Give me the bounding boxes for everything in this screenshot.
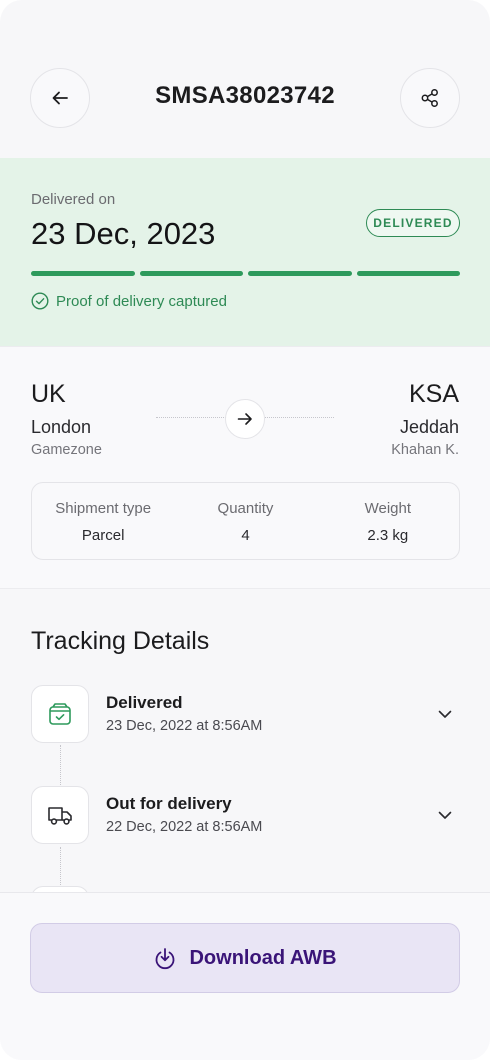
shipment-detail-screen: SMSA38023742 Delivered on 23 Dec, 2023 D…	[0, 0, 490, 1060]
delivery-progress-bar	[31, 271, 460, 276]
delivery-status-card: Delivered on 23 Dec, 2023 DELIVERED Proo…	[0, 158, 490, 346]
quantity-column: Quantity 4	[174, 483, 316, 559]
tracking-event-name: Out for delivery	[106, 794, 232, 813]
origin-city: London	[31, 417, 92, 437]
proof-of-delivery-text: Proof of delivery captured	[56, 292, 227, 310]
quantity-label: Quantity	[217, 500, 274, 517]
header: SMSA38023742	[0, 0, 490, 158]
proof-of-delivery[interactable]: Proof of delivery captured	[31, 292, 227, 310]
origin-country: UK	[31, 380, 66, 408]
origin-company: Gamezone	[31, 442, 102, 458]
shipment-info-box: Shipment type Parcel Quantity 4 Weight 2…	[31, 482, 460, 560]
weight-value: 2.3 kg	[367, 527, 409, 544]
progress-segment	[248, 271, 352, 276]
tracking-event-out-for-delivery[interactable]: Out for delivery 22 Dec, 2022 at 8:56AM	[31, 786, 460, 846]
check-circle-icon	[31, 292, 49, 310]
progress-segment	[356, 271, 460, 276]
shipment-type-value: Parcel	[81, 527, 125, 544]
download-icon	[156, 948, 175, 970]
progress-segment	[139, 271, 243, 276]
delivered-on-label: Delivered on	[31, 191, 116, 208]
tracking-event-name: Delivered	[106, 693, 183, 712]
chevron-down-icon[interactable]	[436, 806, 454, 824]
route-arrow	[225, 399, 265, 439]
download-awb-button[interactable]: Download AWB	[30, 923, 460, 993]
truck-icon	[48, 807, 72, 825]
bottom-action-bar: Download AWB	[0, 892, 490, 1060]
destination-company: Khahan K.	[391, 442, 459, 458]
route-section: UK London Gamezone KSA Jeddah Khahan K. …	[0, 346, 490, 589]
share-button[interactable]	[400, 68, 460, 128]
share-icon	[421, 89, 438, 107]
tracking-title: Tracking Details	[31, 627, 210, 655]
tracking-event-time: 23 Dec, 2022 at 8:56AM	[106, 718, 263, 734]
status-badge: DELIVERED	[366, 209, 460, 237]
destination-country: KSA	[408, 380, 459, 408]
arrow-right-icon	[237, 413, 252, 425]
tracking-event-icon	[31, 685, 89, 743]
tracking-section: Tracking Details Delivered 23 Dec, 2022 …	[0, 589, 490, 892]
progress-segment	[31, 271, 135, 276]
quantity-value: 4	[241, 527, 250, 544]
destination-city: Jeddah	[399, 417, 459, 437]
shipment-type-column: Shipment type Parcel	[32, 483, 174, 559]
timeline-connector	[60, 745, 61, 785]
tracking-event-delivered[interactable]: Delivered 23 Dec, 2022 at 8:56AM	[31, 685, 460, 745]
tracking-event-time: 22 Dec, 2022 at 8:56AM	[106, 819, 263, 835]
weight-label: Weight	[364, 500, 412, 517]
delivered-box-icon	[49, 703, 71, 725]
chevron-down-icon[interactable]	[436, 705, 454, 723]
timeline-connector	[60, 847, 61, 885]
shipment-type-label: Shipment type	[55, 500, 152, 517]
weight-column: Weight 2.3 kg	[317, 483, 459, 559]
delivery-date: 23 Dec, 2023	[31, 216, 216, 251]
download-awb-label: Download AWB	[189, 946, 337, 969]
tracking-event-icon	[31, 786, 89, 844]
